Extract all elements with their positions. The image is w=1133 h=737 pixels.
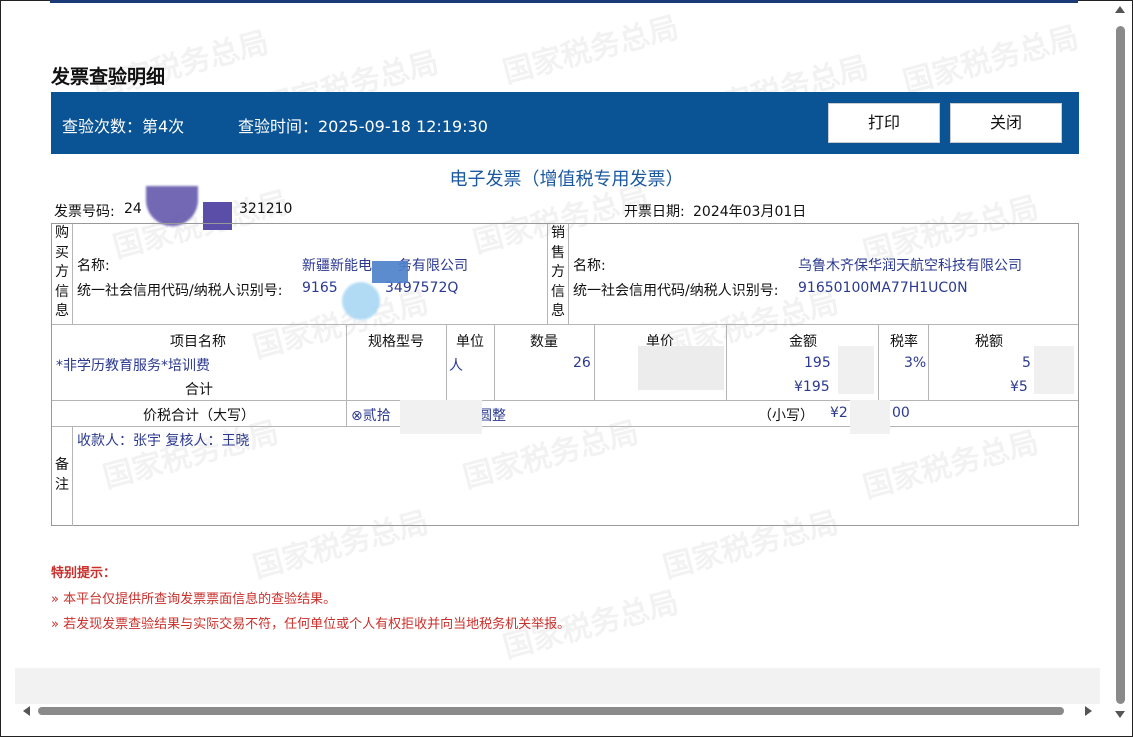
item-qty: 26 <box>573 355 591 371</box>
buyer-name-value-end: 务有限公司 <box>398 258 468 274</box>
invoice-number-end: 321210 <box>239 201 293 217</box>
item-amount: 195 <box>804 355 831 371</box>
seller-name-label: 名称: <box>573 258 606 274</box>
col-header-spec: 规格型号 <box>368 334 424 350</box>
item-name: *非学历教育服务*培训费 <box>56 358 210 374</box>
grand-total-small-end: 00 <box>892 405 910 421</box>
redaction-mark <box>1034 346 1074 394</box>
col-header-qty: 数量 <box>530 334 558 350</box>
buyer-tax-value: 9165 <box>302 280 338 296</box>
tip-item: » 本平台仅提供所查询发票票面信息的查验结果。 <box>51 592 337 607</box>
redaction-mark <box>342 282 380 320</box>
redaction-mark <box>400 400 482 434</box>
col-header-amount: 金额 <box>789 334 817 350</box>
seller-tax-label: 统一社会信用代码/纳税人识别号: <box>573 283 779 299</box>
grand-total-small: ¥2 <box>830 405 848 421</box>
buyer-name-value: 新疆新能电 <box>302 258 372 274</box>
total-label: 合计 <box>185 382 213 398</box>
horizontal-scrollbar[interactable] <box>15 703 1100 719</box>
grand-total-label: 价税合计（大写） <box>143 408 255 424</box>
close-button[interactable]: 关闭 <box>950 103 1062 143</box>
redaction-mark <box>838 346 874 394</box>
col-header-unit: 单位 <box>456 334 484 350</box>
col-header-name: 项目名称 <box>170 334 226 350</box>
redaction-mark <box>850 400 890 434</box>
remarks-text: 收款人：张宇 复核人：王晓 <box>77 433 250 449</box>
buyer-section-label: 购买方信息 <box>55 225 69 319</box>
item-rate: 3% <box>904 355 927 371</box>
scroll-left-icon[interactable] <box>23 706 30 716</box>
invoice-number-start: 24 <box>124 201 142 217</box>
buyer-tax-label: 统一社会信用代码/纳税人识别号: <box>77 283 283 299</box>
item-unit: 人 <box>449 358 463 374</box>
buyer-name-label: 名称: <box>77 258 110 274</box>
total-tax: ¥5 <box>1010 379 1028 395</box>
seller-section-label: 销售方信息 <box>551 225 565 319</box>
invoice-date-value: 2024年03月01日 <box>693 204 807 220</box>
seller-name-value: 乌鲁木齐保华润天航空科技有限公司 <box>798 258 1022 274</box>
vertical-scrollbar[interactable] <box>1113 6 1127 718</box>
redaction-mark <box>372 261 408 283</box>
scroll-right-icon[interactable] <box>1085 706 1092 716</box>
print-button[interactable]: 打印 <box>828 103 940 143</box>
scroll-up-icon[interactable] <box>1115 6 1125 13</box>
footer-area <box>15 668 1100 704</box>
col-header-tax: 税额 <box>975 334 1003 350</box>
invoice-number-label: 发票号码: <box>54 204 115 220</box>
page-title: 发票查验明细 <box>51 66 166 88</box>
scroll-down-icon[interactable] <box>1115 711 1125 718</box>
remarks-section-label: 备注 <box>55 457 69 493</box>
check-info-bar: 查验次数：第4次 查验时间：2025-09-18 12:19:30 打印 关闭 <box>51 92 1079 154</box>
redaction-mark <box>638 346 724 390</box>
seller-tax-value: 91650100MA77H1UC0N <box>798 280 968 296</box>
col-header-rate: 税率 <box>890 334 918 350</box>
horizontal-scroll-thumb[interactable] <box>38 707 1064 715</box>
top-strip <box>50 0 1078 3</box>
invoice-table: 购买方信息 名称: 新疆新能电 务有限公司 统一社会信用代码/纳税人识别号: 9… <box>51 223 1079 526</box>
check-count: 查验次数：第4次 <box>62 117 185 136</box>
check-time: 查验时间：2025-09-18 12:19:30 <box>238 117 488 136</box>
item-tax: 5 <box>1022 355 1031 371</box>
invoice-date-label: 开票日期: <box>624 204 685 220</box>
total-amount: ¥195 <box>794 379 830 395</box>
grand-total-small-label: （小写） <box>758 408 814 424</box>
tips-title: 特别提示： <box>51 566 117 581</box>
grand-total-upper: ⊗贰拾 <box>351 408 391 424</box>
tip-item: » 若发现发票查验结果与实际交易不符，任何单位或个人有权拒收并向当地税务机关举报… <box>51 617 571 632</box>
vertical-scroll-thumb[interactable] <box>1116 26 1125 704</box>
